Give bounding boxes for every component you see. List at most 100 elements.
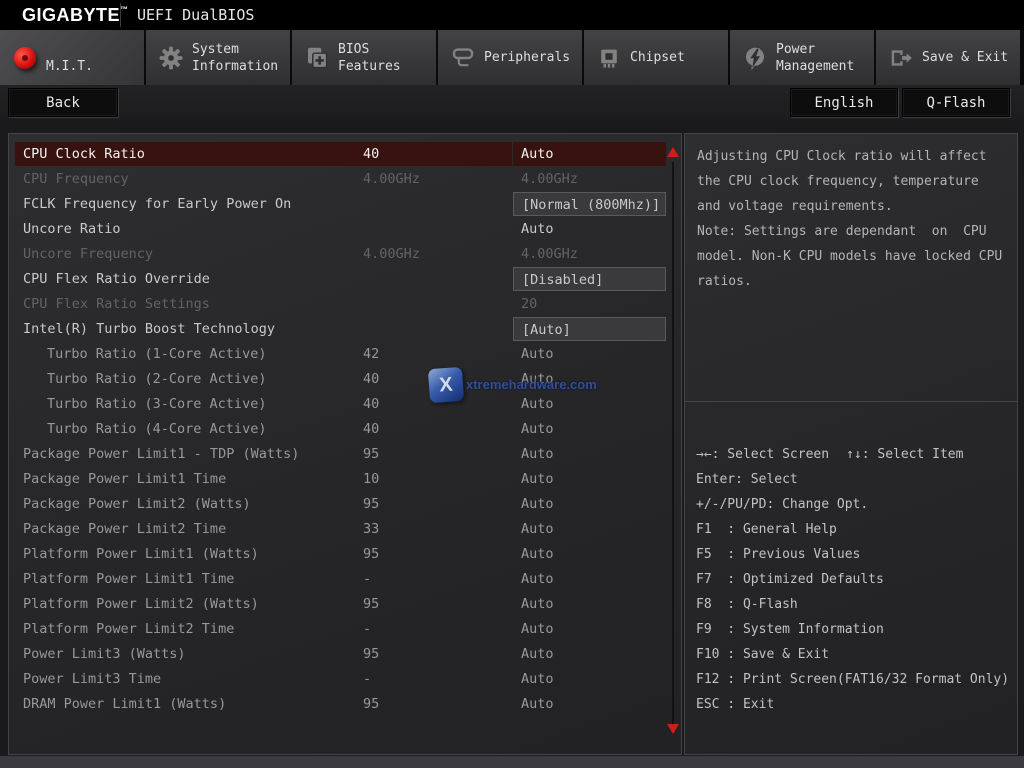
back-button[interactable]: Back (8, 88, 118, 117)
setting-label: Turbo Ratio (1-Core Active) (47, 346, 266, 362)
key-select-screen: →←: Select Screen (696, 442, 829, 467)
tab-peripherals[interactable]: Peripherals (438, 30, 582, 85)
setting-option-value: Auto (521, 521, 554, 537)
setting-label: Uncore Ratio (23, 221, 121, 237)
setting-row[interactable]: Package Power Limit1 - TDP (Watts)95Auto (9, 442, 681, 467)
help-line: and voltage requirements. (697, 194, 1009, 219)
setting-option-box[interactable]: [Auto] (513, 317, 666, 341)
setting-option-value: Auto (521, 646, 554, 662)
setting-option: Auto (513, 667, 666, 691)
setting-option: Auto (513, 417, 666, 441)
peripherals-icon (451, 46, 475, 70)
setting-label: CPU Frequency (23, 171, 129, 187)
setting-option: 4.00GHz (513, 167, 666, 191)
tab-label: Save & Exit (922, 49, 1014, 66)
gigabyte-logo: GIGABYTE™ (22, 5, 129, 26)
setting-row[interactable]: Turbo Ratio (3-Core Active)40Auto (9, 392, 681, 417)
tab-label: M.I.T. (46, 58, 138, 75)
setting-option-value: 20 (521, 296, 537, 312)
item-help-text: Adjusting CPU Clock ratio will affectthe… (697, 144, 1009, 294)
setting-row[interactable]: Platform Power Limit1 (Watts)95Auto (9, 542, 681, 567)
setting-current-value: 95 (363, 646, 379, 662)
setting-option-value: Auto (521, 346, 554, 362)
setting-row[interactable]: Uncore Ratio Auto (9, 217, 681, 242)
setting-row[interactable]: CPU Clock Ratio40Auto (9, 142, 681, 167)
toolbar: Back English Q-Flash (0, 85, 1024, 120)
setting-option-value: Auto (521, 221, 554, 237)
setting-label: CPU Flex Ratio Settings (23, 296, 210, 312)
scroll-down-icon[interactable] (667, 724, 679, 734)
setting-option-box[interactable]: [Normal (800Mhz)] (513, 192, 666, 216)
setting-option-value: Auto (521, 571, 554, 587)
key-line: ESC : Exit (696, 692, 1012, 717)
setting-option: Auto (513, 392, 666, 416)
tab-m-i-t[interactable]: M.I.T. (0, 30, 144, 85)
help-line: the CPU clock frequency, temperature (697, 169, 1009, 194)
setting-option-box[interactable]: [Disabled] (513, 267, 666, 291)
setting-row[interactable]: Turbo Ratio (1-Core Active)42Auto (9, 342, 681, 367)
scroll-up-icon[interactable] (667, 147, 679, 157)
tab-label: Peripherals (484, 49, 576, 66)
setting-option: 20 (513, 292, 666, 316)
setting-current-value: 95 (363, 596, 379, 612)
setting-row[interactable]: Platform Power Limit2 Time-Auto (9, 617, 681, 642)
setting-row[interactable]: Power Limit3 Time-Auto (9, 667, 681, 692)
setting-label: Platform Power Limit1 Time (23, 571, 234, 587)
tab-system-information[interactable]: System Information (146, 30, 290, 85)
tab-save-exit[interactable]: Save & Exit (876, 30, 1020, 85)
setting-label: CPU Clock Ratio (23, 146, 145, 162)
setting-label: Uncore Frequency (23, 246, 153, 262)
tab-label: System Information (192, 41, 284, 75)
setting-current-value: 95 (363, 446, 379, 462)
setting-row[interactable]: Package Power Limit1 Time10Auto (9, 467, 681, 492)
tab-power-management[interactable]: Power Management (730, 30, 874, 85)
setting-option-value: Auto (521, 621, 554, 637)
setting-label: Turbo Ratio (4-Core Active) (47, 421, 266, 437)
bottom-strip (0, 756, 1024, 768)
setting-option: Auto (513, 692, 666, 716)
setting-row[interactable]: Turbo Ratio (4-Core Active)40Auto (9, 417, 681, 442)
setting-current-value: 10 (363, 471, 379, 487)
setting-row[interactable]: CPU Flex Ratio Override [Disabled] (9, 267, 681, 292)
setting-option-value: 4.00GHz (521, 171, 578, 187)
setting-option: Auto (513, 542, 666, 566)
setting-row[interactable]: Package Power Limit2 (Watts)95Auto (9, 492, 681, 517)
setting-row[interactable]: FCLK Frequency for Early Power On[Normal… (9, 192, 681, 217)
help-panel: Adjusting CPU Clock ratio will affectthe… (684, 133, 1018, 755)
setting-label: Turbo Ratio (2-Core Active) (47, 371, 266, 387)
setting-row[interactable]: Platform Power Limit1 Time-Auto (9, 567, 681, 592)
setting-option-value: 4.00GHz (521, 246, 578, 262)
tab-bios-features[interactable]: BIOS Features (292, 30, 436, 85)
setting-option: Auto (513, 217, 666, 241)
key-select-item: ↑↓: Select Item (846, 442, 963, 467)
setting-current-value: - (363, 621, 371, 637)
setting-label: CPU Flex Ratio Override (23, 271, 210, 287)
chipset-icon (597, 46, 621, 70)
setting-label: Power Limit3 (Watts) (23, 646, 186, 662)
key-line: F7 : Optimized Defaults (696, 567, 1012, 592)
help-line: ratios. (697, 269, 1009, 294)
language-button[interactable]: English (790, 88, 898, 117)
scrollbar[interactable] (672, 162, 674, 728)
setting-row[interactable]: DRAM Power Limit1 (Watts)95Auto (9, 692, 681, 717)
qflash-button[interactable]: Q-Flash (902, 88, 1010, 117)
setting-option: Auto (513, 517, 666, 541)
tab-label: Chipset (630, 49, 722, 66)
setting-option-value: Auto (521, 396, 554, 412)
power-bolt-icon (743, 46, 767, 70)
setting-row[interactable]: Platform Power Limit2 (Watts)95Auto (9, 592, 681, 617)
setting-option: Auto (513, 592, 666, 616)
settings-panel: CPU Clock Ratio40Auto CPU Frequency 4.00GH… (8, 133, 682, 755)
setting-row[interactable]: Intel(R) Turbo Boost Technology[Auto] (9, 317, 681, 342)
key-legend: →←: Select Screen ↑↓: Select ItemEnter: S… (696, 442, 1012, 717)
key-line: F1 : General Help (696, 517, 1012, 542)
setting-label: Package Power Limit1 Time (23, 471, 226, 487)
tab-chipset[interactable]: Chipset (584, 30, 728, 85)
setting-label: Package Power Limit2 (Watts) (23, 496, 251, 512)
setting-option-value: Auto (521, 146, 554, 162)
setting-row[interactable]: Package Power Limit2 Time33Auto (9, 517, 681, 542)
key-line: Enter: Select (696, 467, 1012, 492)
setting-label: DRAM Power Limit1 (Watts) (23, 696, 226, 712)
key-line: F9 : System Information (696, 617, 1012, 642)
setting-row[interactable]: Power Limit3 (Watts) 95 Auto (9, 642, 681, 667)
